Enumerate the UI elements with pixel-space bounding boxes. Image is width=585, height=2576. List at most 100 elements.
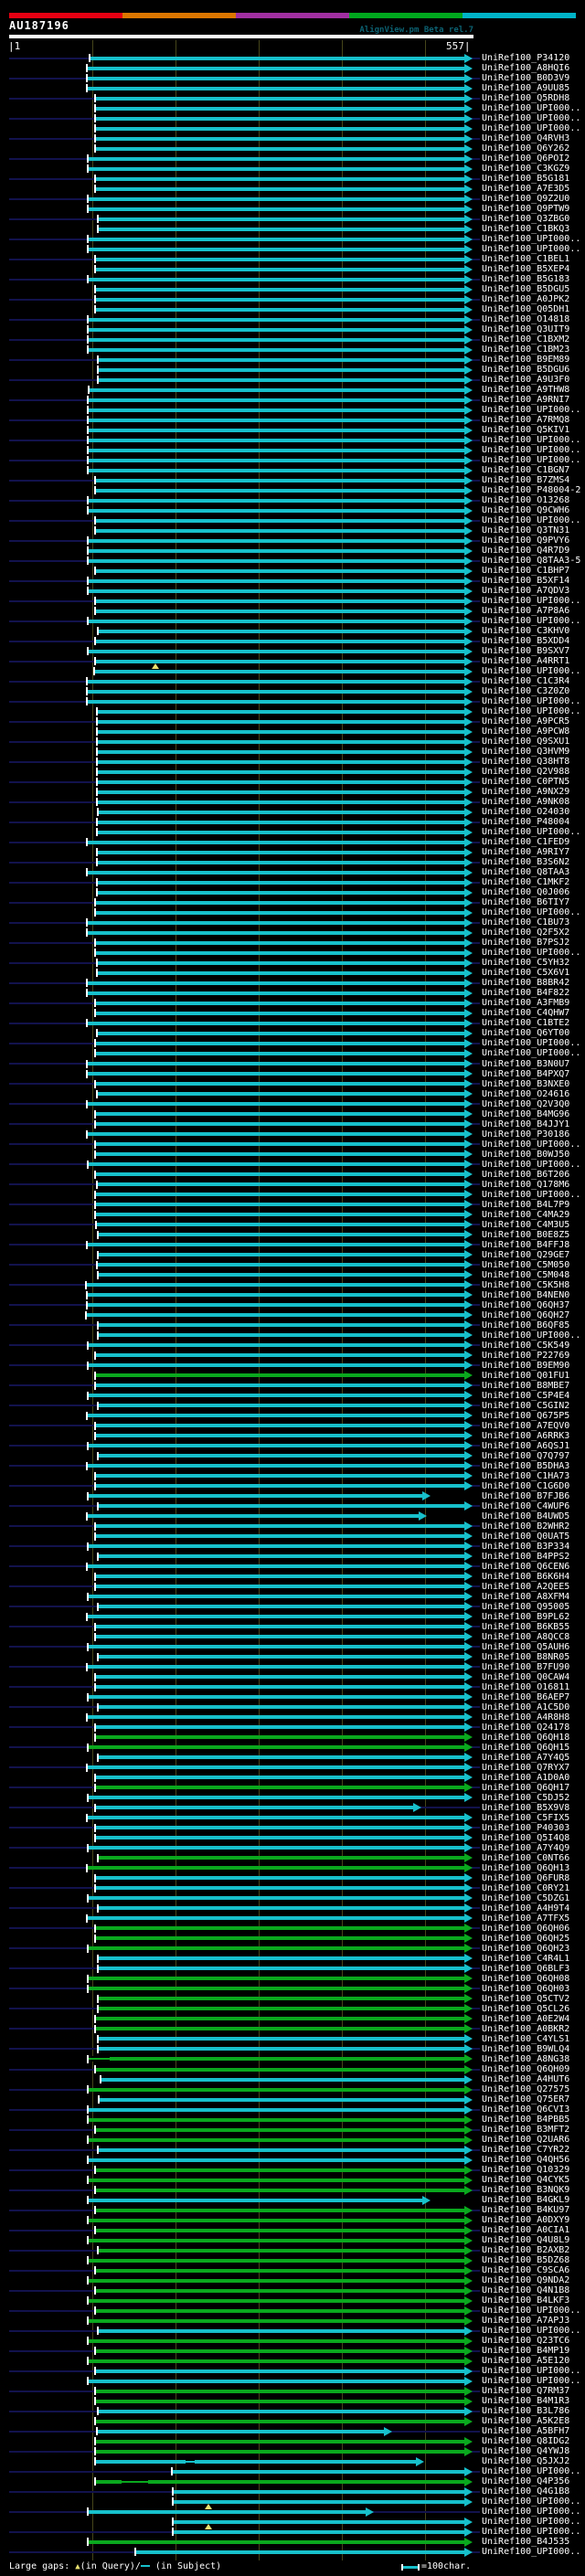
hit-label[interactable]: UniRef100_Q38HT8 (482, 757, 569, 767)
hit-bar[interactable] (95, 1152, 464, 1157)
hit-bar[interactable] (98, 367, 464, 372)
hit-bar[interactable] (95, 1776, 464, 1780)
hit-label[interactable]: UniRef100_Q6CVI3 (482, 2104, 569, 2115)
hit-label[interactable]: UniRef100_B8NR05 (482, 1652, 569, 1662)
hit-label[interactable]: UniRef100_UPI000.. (482, 2527, 580, 2537)
hit-label[interactable]: UniRef100_UPI000.. (482, 948, 580, 958)
hit-label[interactable]: UniRef100_Q6QH09 (482, 2064, 569, 2074)
hit-bar[interactable] (86, 1283, 464, 1288)
hit-label[interactable]: UniRef100_A9NX29 (482, 787, 569, 797)
hit-label[interactable]: UniRef100_O13268 (482, 495, 569, 505)
hit-bar[interactable] (90, 56, 464, 60)
hit-bar[interactable] (95, 1625, 464, 1629)
hit-bar[interactable] (98, 2047, 464, 2051)
hit-bar[interactable] (95, 659, 464, 663)
hit-label[interactable]: UniRef100_A1D0A0 (482, 1773, 569, 1783)
hit-label[interactable]: UniRef100_B4NEN0 (482, 1290, 569, 1300)
hit-bar[interactable] (87, 1615, 464, 1619)
hit-bar[interactable] (95, 297, 464, 302)
hit-label[interactable]: UniRef100_Q5AUH6 (482, 1642, 569, 1652)
hit-label[interactable]: UniRef100_C1BHP7 (482, 566, 569, 576)
hit-label[interactable]: UniRef100_Q3TN31 (482, 525, 569, 535)
hit-bar[interactable] (98, 1273, 464, 1277)
hit-bar[interactable] (97, 890, 464, 895)
hit-bar[interactable] (95, 1353, 464, 1358)
hit-label[interactable]: UniRef100_O24030 (482, 807, 569, 817)
hit-label[interactable]: UniRef100_A9NK08 (482, 797, 569, 807)
hit-label[interactable]: UniRef100_A7QDV3 (482, 586, 569, 596)
hit-bar[interactable] (87, 1132, 464, 1137)
hit-label[interactable]: UniRef100_UPI000.. (482, 2507, 580, 2517)
hit-bar[interactable] (88, 448, 464, 452)
hit-label[interactable]: UniRef100_UPI000.. (482, 1140, 580, 1150)
hit-label[interactable]: UniRef100_B5G181 (482, 174, 569, 184)
hit-bar[interactable] (88, 2218, 464, 2222)
hit-bar[interactable] (97, 2429, 384, 2433)
hit-label[interactable]: UniRef100_A0E2W4 (482, 2014, 569, 2024)
hit-bar[interactable] (88, 1896, 464, 1901)
hit-bar[interactable] (88, 2238, 464, 2242)
hit-bar[interactable] (98, 1454, 464, 1458)
hit-label[interactable]: UniRef100_C1MKF2 (482, 877, 569, 887)
hit-bar[interactable] (98, 1755, 464, 1760)
hit-bar[interactable] (95, 1474, 464, 1479)
hit-bar[interactable] (98, 1333, 464, 1338)
hit-label[interactable]: UniRef100_A9RIY7 (482, 847, 569, 857)
hit-bar[interactable] (98, 1906, 464, 1911)
hit-label[interactable]: UniRef100_C4R4L1 (482, 1954, 569, 1964)
hit-bar[interactable] (88, 237, 464, 241)
hit-bar[interactable] (95, 900, 464, 905)
hit-label[interactable]: UniRef100_Q4YWJ8 (482, 2446, 569, 2456)
hit-label[interactable]: UniRef100_UPI000.. (482, 244, 580, 254)
hit-bar[interactable] (95, 1735, 464, 1740)
hit-label[interactable]: UniRef100_UPI000.. (482, 1330, 580, 1341)
hit-bar[interactable] (135, 2549, 464, 2554)
hit-label[interactable]: UniRef100_A3FMB9 (482, 998, 569, 1008)
hit-label[interactable]: UniRef100_UPI000.. (482, 515, 580, 525)
hit-label[interactable]: UniRef100_UPI000.. (482, 1190, 580, 1200)
hit-label[interactable]: UniRef100_B5X9V8 (482, 1803, 569, 1813)
hit-bar[interactable] (88, 578, 464, 583)
hit-bar[interactable] (95, 287, 464, 292)
hit-bar[interactable] (95, 518, 464, 523)
hit-label[interactable]: UniRef100_Q9NDA2 (482, 2275, 569, 2285)
hit-bar[interactable] (88, 1946, 464, 1951)
hit-label[interactable]: UniRef100_Q5CL26 (482, 2004, 569, 2014)
hit-label[interactable]: UniRef100_B6T206 (482, 1170, 569, 1180)
hit-bar[interactable] (95, 2288, 464, 2293)
hit-label[interactable]: UniRef100_B6TIY7 (482, 897, 569, 907)
hit-label[interactable]: UniRef100_A7E3D5 (482, 184, 569, 194)
hit-label[interactable]: UniRef100_Q4G1B8 (482, 2486, 569, 2496)
hit-label[interactable]: UniRef100_B4JJY1 (482, 1119, 569, 1129)
hit-label[interactable]: UniRef100_C4QHW7 (482, 1008, 569, 1018)
hit-label[interactable]: UniRef100_Q3ZBG0 (482, 214, 569, 224)
hit-label[interactable]: UniRef100_A0JPK2 (482, 294, 569, 304)
hit-label[interactable]: UniRef100_A8NG38 (482, 2054, 569, 2064)
hit-bar[interactable] (88, 277, 464, 281)
hit-bar[interactable] (88, 1846, 464, 1850)
hit-label[interactable]: UniRef100_B5XEP4 (482, 264, 569, 274)
hit-label[interactable]: UniRef100_A0DXY9 (482, 2215, 569, 2225)
hit-label[interactable]: UniRef100_Q95005 (482, 1602, 569, 1612)
hit-label[interactable]: UniRef100_A5E120 (482, 2356, 569, 2366)
hit-label[interactable]: UniRef100_C5X6V1 (482, 968, 569, 978)
hit-label[interactable]: UniRef100_O24616 (482, 1089, 569, 1099)
hit-bar[interactable] (98, 377, 464, 382)
hit-label[interactable]: UniRef100_P30186 (482, 1129, 569, 1140)
hit-bar[interactable] (98, 2328, 464, 2333)
hit-bar[interactable] (88, 317, 464, 322)
hit-bar[interactable] (98, 2007, 464, 2011)
hit-bar[interactable] (87, 1243, 464, 1247)
hit-label[interactable]: UniRef100_A7TFX5 (482, 1913, 569, 1924)
hit-bar[interactable] (98, 2037, 464, 2041)
hit-label[interactable]: UniRef100_B5DHA3 (482, 1461, 569, 1471)
hit-bar[interactable] (95, 1213, 464, 1217)
hit-bar[interactable] (95, 568, 464, 573)
hit-bar[interactable] (95, 2449, 464, 2454)
hit-bar[interactable] (88, 2198, 422, 2202)
hit-bar[interactable] (95, 1635, 464, 1639)
hit-bar[interactable] (95, 1424, 464, 1428)
hit-label[interactable]: UniRef100_A9RNI7 (482, 395, 569, 405)
hit-label[interactable]: UniRef100_Q4N1B8 (482, 2285, 569, 2295)
hit-bar[interactable] (97, 880, 464, 885)
